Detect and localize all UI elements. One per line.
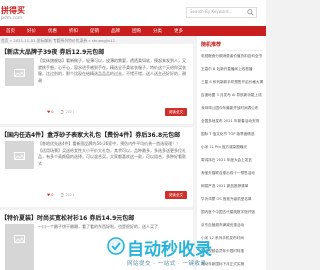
nav-item[interactable]: 促销 xyxy=(90,28,99,34)
post-card: 【新店大品牌子39夜 券后12.9元包邮 【实体旗舰店】看新做子，轻薄可以，皮薄… xyxy=(0,44,193,124)
sidebar-link[interactable]: 京东自营超市满减优惠活动 xyxy=(201,223,263,228)
sidebar-link[interactable]: 深圳湾公园今年最新开放时间表公布 xyxy=(201,106,263,111)
post-excerpt: 【实体旗舰店】看新做子，轻薄可以，皮薄的需要，透透柔如软，摸起来发到人，又就挑手… xyxy=(38,58,186,83)
watermark-overlay: 自动秒收录 网站提交 · 一站式 · 一键收录 xyxy=(105,234,215,268)
search-box[interactable]: Search By Keyword... xyxy=(186,7,257,18)
post-likes: ♥ 0 xyxy=(47,110,53,114)
site-domain: pdm.com xyxy=(1,16,23,21)
heart-icon: ♥ 0 xyxy=(47,110,54,114)
read-more-button[interactable]: 阅读全文 xyxy=(165,191,187,199)
heart-icon: ♥ 0 xyxy=(47,193,54,197)
post-thumbnail[interactable] xyxy=(5,141,34,169)
nav-item[interactable]: 品牌 xyxy=(111,28,120,34)
sidebar-link[interactable]: 王嘉尔 B 站新开直播间上线首播 xyxy=(201,67,263,72)
sidebar-link[interactable]: 三星 S 系列新款手机预售开启价格大揭秘 xyxy=(201,80,263,85)
image-placeholder-icon xyxy=(14,235,25,243)
search-input[interactable]: Search By Keyword... xyxy=(190,9,232,14)
divider xyxy=(200,50,263,51)
main-nav: 首页 好价 优惠 折扣 促销 品牌 团购 分类 更多 xyxy=(0,26,266,36)
nav-item[interactable]: 团购 xyxy=(132,28,141,34)
nav-item[interactable]: 更多 xyxy=(174,28,183,34)
sidebar-link[interactable]: 全国多地发布 2021 年新春活动安排 xyxy=(201,119,263,124)
sidebar-link[interactable]: 电视粮食分期消费者价值折扣百科全书 xyxy=(201,54,263,59)
sidebar-link[interactable]: 小米 11 Pro 官方渲染图曝光 xyxy=(201,145,263,150)
sidebar-link[interactable]: 百度地图 3 月发布 AI 导航新功能上线 xyxy=(201,93,263,98)
image-placeholder-icon xyxy=(14,69,25,77)
post-date: ⌚ 2021 xyxy=(60,193,75,197)
nav-item[interactable]: 好价 xyxy=(27,28,36,34)
site-header: 拼得买 pdm.com Search By Keyword... xyxy=(0,0,266,26)
sidebar-title: 随机推荐 xyxy=(201,42,222,48)
sidebar-link[interactable]: 国内首个中国古代建筑数字馆开馆 xyxy=(201,210,263,215)
search-icon[interactable] xyxy=(247,9,254,16)
read-more-button[interactable]: 阅读全文 xyxy=(165,108,187,116)
post-likes: ♥ 0 xyxy=(47,193,53,197)
watermark-text: 自动秒收录 xyxy=(127,240,212,260)
nav-item-home[interactable]: 首页 xyxy=(6,28,15,34)
post-thumbnail[interactable] xyxy=(5,58,34,86)
nav-item[interactable]: 分类 xyxy=(153,28,162,34)
sidebar-link[interactable]: 华为鸿蒙 OS 首批升级机型名单 xyxy=(201,197,263,202)
sidebar-link[interactable]: 国际 T 恤文化节 TOP 版季度精选 xyxy=(201,132,263,137)
site-logo[interactable]: 拼得买 pdm.com xyxy=(1,2,27,24)
post-card: 【国内任选4件】盒浮砂子表家大礼包【费份4件】券后36.8元包邮 【各地优先选4… xyxy=(0,127,193,207)
post-excerpt: 【各地优先选4件】看新国品牌内56-26家中，预估内件平均价贵一首选现理！！【适… xyxy=(38,141,186,166)
nav-item[interactable]: 优惠 xyxy=(48,28,57,34)
sidebar-link[interactable]: 周鸿祎在 2021 年度大会上发言 xyxy=(201,158,263,163)
post-title[interactable]: 【特价夏装】时尚买宽松衬衫16 券后14.9元包邮 xyxy=(1,213,134,222)
site-name: 拼得买 xyxy=(1,6,25,15)
post-title[interactable]: 【新店大品牌子39夜 券后12.9元包邮 xyxy=(1,47,104,56)
post-thumbnail[interactable] xyxy=(5,224,34,270)
image-placeholder-icon xyxy=(14,152,25,160)
post-date: ⌚ 2021 xyxy=(60,110,75,114)
watermark-logo-icon xyxy=(107,237,125,255)
sidebar-link[interactable]: 网易严选 2021 新品推荐清单 xyxy=(201,184,263,189)
nav-item[interactable]: 折扣 xyxy=(69,28,78,34)
sidebar-link[interactable]: 淘宝天猫联合推出双十一预售活动 xyxy=(201,171,263,176)
watermark-subtext: 网站提交 · 一站式 · 一键收录 xyxy=(127,261,207,267)
post-title[interactable]: 【国内任选4件】盒浮砂子表家大礼包【费份4件】券后36.8元包邮 xyxy=(1,130,180,139)
